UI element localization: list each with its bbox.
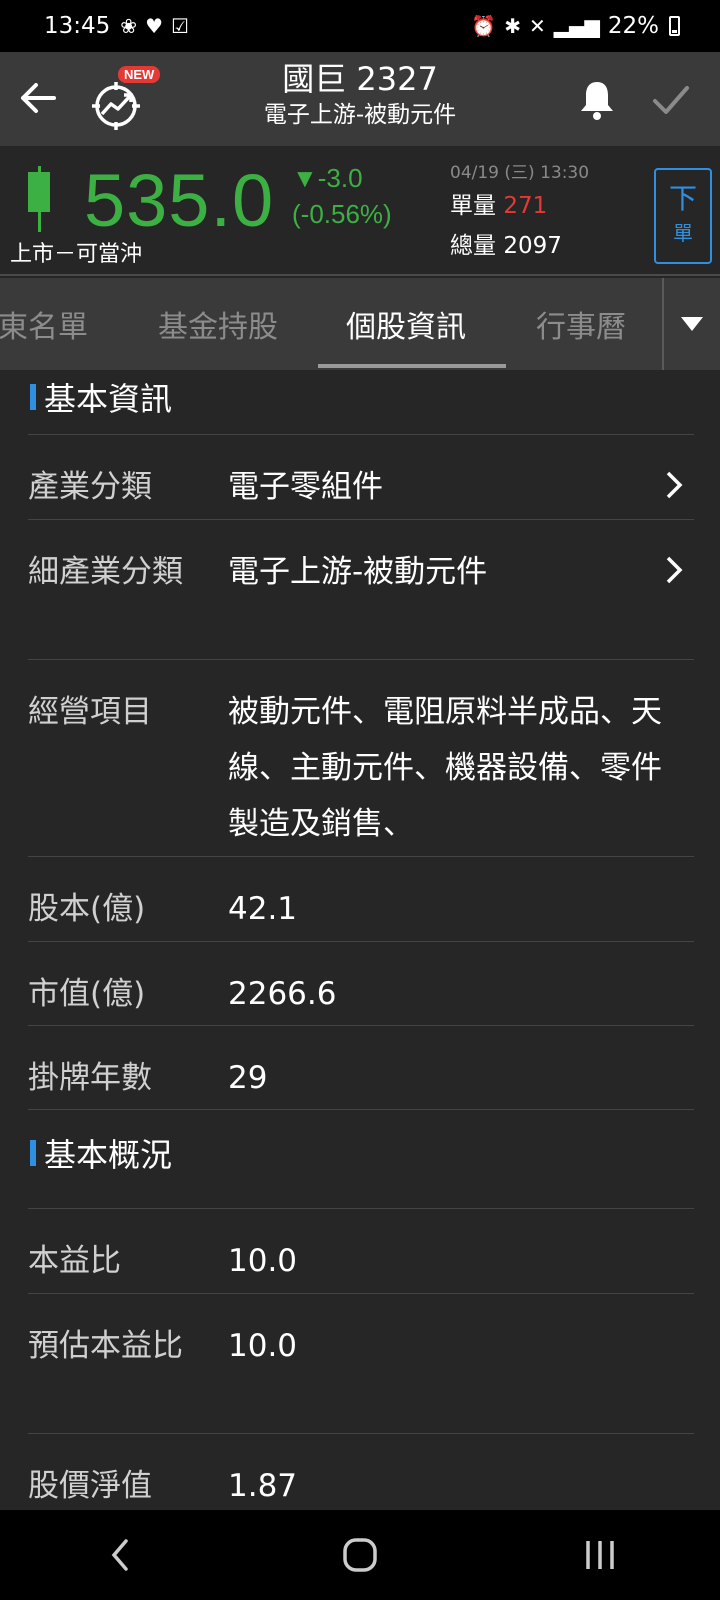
check-icon xyxy=(653,86,689,114)
fan-icon: ❀ xyxy=(120,14,138,38)
last-price: 535.0 xyxy=(84,159,275,242)
nav-home-button[interactable] xyxy=(330,1525,390,1585)
nav-back-button[interactable] xyxy=(90,1525,150,1585)
quote-meta: 04/19 (三) 13:30 單量 271 總量 2097 xyxy=(450,160,630,266)
nav-recents-button[interactable] xyxy=(570,1525,630,1585)
stock-industry: 電子上游-被動元件 xyxy=(263,102,457,128)
bluetooth-icon: ✱ xyxy=(504,14,521,38)
change-percent: (-0.56%) xyxy=(292,199,392,229)
section-overview: 基本概況 xyxy=(30,1128,172,1178)
app-screen: 13:45 ❀ ♥ ☑ ⏰ ✱ ✕ ▂▄▆ 22% NEW 國巨 2327 電子… xyxy=(0,0,720,1600)
app-header: NEW 國巨 2327 電子上游-被動元件 xyxy=(0,52,720,146)
candlestick-icon xyxy=(28,166,50,232)
battery-percent: 22% xyxy=(607,13,659,39)
section-marker xyxy=(30,1140,36,1166)
stock-info-content[interactable]: 基本資訊 產業分類 電子零組件 細產業分類 電子上游-被動元件 經營項目 被動元… xyxy=(0,370,720,1510)
bell-icon xyxy=(581,82,613,120)
nav-home-icon xyxy=(343,1538,377,1572)
info-row-sub-industry[interactable]: 細產業分類 電子上游-被動元件 xyxy=(28,519,694,659)
checkbox-icon: ☑ xyxy=(171,14,189,38)
info-row-capital: 股本(億) 42.1 xyxy=(28,856,694,941)
alarm-icon: ⏰ xyxy=(471,14,497,38)
tab-stock-info[interactable]: 個股資訊 xyxy=(346,278,466,370)
section-marker xyxy=(30,384,36,410)
info-row-business: 經營項目 被動元件、電阻原料半成品、天線、主動元件、機器設備、零件製造及銷售、 xyxy=(28,659,694,856)
back-button[interactable] xyxy=(16,76,60,120)
info-row-market-cap: 市值(億) 2266.6 xyxy=(28,941,694,1025)
info-row-forward-pe: 預估本益比 10.0 xyxy=(28,1293,694,1433)
status-bar: 13:45 ❀ ♥ ☑ ⏰ ✱ ✕ ▂▄▆ 22% xyxy=(0,0,720,52)
stock-title: 國巨 2327 xyxy=(282,60,438,98)
trend-analysis-button[interactable]: NEW xyxy=(90,66,161,132)
tab-calendar[interactable]: 行事曆 xyxy=(536,278,626,370)
info-row-industry[interactable]: 產業分類 電子零組件 xyxy=(28,434,694,519)
add-watchlist-button[interactable] xyxy=(652,82,692,122)
nav-recents-icon xyxy=(586,1541,614,1569)
place-order-button[interactable]: 下 單 xyxy=(654,168,712,264)
single-volume: 單量 271 xyxy=(450,193,548,219)
tab-bar: 股東名單 基金持股 個股資訊 行事曆 xyxy=(0,278,720,370)
tab-shareholders[interactable]: 股東名單 xyxy=(0,278,88,370)
back-arrow-icon xyxy=(21,83,56,113)
signal-icon: ▂▄▆ xyxy=(553,14,600,38)
new-badge: NEW xyxy=(118,66,161,83)
nav-back-icon xyxy=(111,1539,128,1571)
chevron-right-icon xyxy=(666,556,683,584)
info-row-pe: 本益比 10.0 xyxy=(28,1208,694,1293)
total-volume: 總量 2097 xyxy=(450,233,562,259)
caret-down-icon xyxy=(681,317,703,331)
info-row-listing-years: 掛牌年數 29 xyxy=(28,1025,694,1110)
heart-icon: ♥ xyxy=(145,14,163,38)
stock-title-block: 國巨 2327 電子上游-被動元件 xyxy=(160,58,560,130)
status-time: 13:45 xyxy=(44,13,111,39)
price-change: ▼-3.0 (-0.56%) xyxy=(292,160,392,232)
tab-more-button[interactable] xyxy=(662,278,720,370)
chevron-right-icon xyxy=(666,471,683,499)
alert-button[interactable] xyxy=(578,78,618,122)
battery-icon xyxy=(669,16,680,36)
info-row-pb: 股價淨值 1.87 xyxy=(28,1433,694,1510)
section-basic-info: 基本資訊 xyxy=(30,372,172,422)
active-tab-indicator xyxy=(318,364,506,368)
market-tag: 上市－可當沖 xyxy=(10,242,143,267)
trend-target-icon xyxy=(92,82,140,130)
quote-datetime: 04/19 (三) 13:30 xyxy=(450,163,590,183)
change-value: ▼-3.0 xyxy=(292,163,363,193)
mute-icon: ✕ xyxy=(528,14,546,38)
quote-panel: 535.0 ▼-3.0 (-0.56%) 上市－可當沖 04/19 (三) 13… xyxy=(0,146,720,276)
tab-fund-holdings[interactable]: 基金持股 xyxy=(158,278,278,370)
system-nav-bar xyxy=(0,1510,720,1600)
